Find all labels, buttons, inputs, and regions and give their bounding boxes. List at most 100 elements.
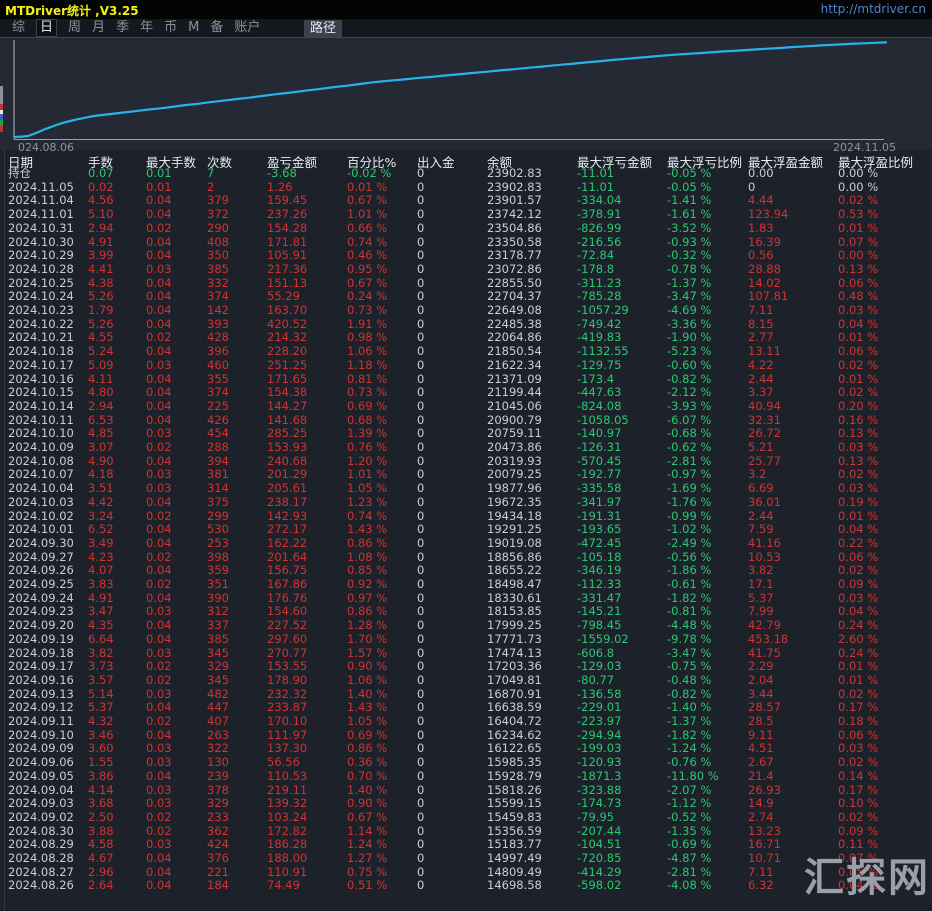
table-row[interactable]: 2024.10.02 3.24 0.02 299 142.93 0.74 % 0 19434.… <box>0 509 932 524</box>
path-button[interactable]: 路径 <box>304 20 343 37</box>
table-row[interactable]: 2024.10.15 4.80 0.04 374 154.38 0.73 % 0 21199.… <box>0 385 932 400</box>
cell-最大手数: 0.03 <box>146 686 172 701</box>
table-row[interactable]: 2024.09.30 3.49 0.04 253 162.22 0.86 % 0 19019.… <box>0 536 932 551</box>
cell-最大浮亏比例: -0.82 % <box>667 371 712 386</box>
table-row[interactable]: 2024.10.24 5.26 0.04 374 55.29 0.24 % 0 22704.3… <box>0 290 932 304</box>
table-row[interactable]: 2024.10.31 2.94 0.02 290 154.28 0.66 % 0 23504.… <box>0 221 932 236</box>
table-row[interactable]: 2024.10.18 5.24 0.04 396 228.20 1.06 % 0 21850.… <box>0 344 932 359</box>
table-row[interactable]: 2024.09.11 4.32 0.02 407 170.10 1.05 % 0 16404.… <box>0 714 932 729</box>
cell-最大浮亏金额: -136.58 <box>577 686 622 701</box>
table-row[interactable]: 2024.10.29 3.99 0.04 350 105.91 0.46 % 0 23178.… <box>0 248 932 263</box>
cell-最大手数: 0.04 <box>146 494 172 509</box>
table-row[interactable]: 2024.09.03 3.68 0.03 329 139.32 0.90 % 0 15599.… <box>0 796 932 811</box>
cell-最大浮亏金额: -606.8 <box>577 645 615 660</box>
menu-item-M[interactable]: M <box>188 20 199 36</box>
table-row[interactable]: 2024.09.19 6.64 0.04 385 297.60 1.70 % 0 17771.… <box>0 631 932 647</box>
cell-盈亏金额: 137.30 <box>267 741 308 756</box>
table-row[interactable]: 2024.08.28 4.67 0.04 376 188.00 1.27 % 0 14997.… <box>0 851 932 866</box>
cell-百分比%: 0.97 % <box>347 590 388 605</box>
cell-日期: 2024.10.25 <box>8 275 74 290</box>
table-row[interactable]: 2024.09.06 1.55 0.03 130 56.56 0.36 % 0 15985.3… <box>0 755 932 770</box>
cell-日期: 2024.09.10 <box>8 727 74 742</box>
cell-手数: 4.58 <box>88 837 114 852</box>
cell-手数: 3.82 <box>88 645 114 660</box>
table-row[interactable]: 2024.08.30 3.88 0.02 362 172.82 1.14 % 0 15356.… <box>0 823 932 839</box>
table-row[interactable]: 2024.10.04 3.51 0.03 314 205.61 1.05 % 0 19877.… <box>0 481 932 496</box>
cell-百分比%: 1.28 % <box>347 618 388 633</box>
table-row[interactable]: 2024.10.21 4.55 0.02 428 214.32 0.98 % 0 22064.… <box>0 331 932 345</box>
table-row[interactable]: 2024.09.12 5.37 0.04 447 233.87 1.43 % 0 16638.… <box>0 701 932 715</box>
table-row[interactable]: 2024.10.10 4.85 0.03 454 285.25 1.39 % 0 20759.… <box>0 427 932 441</box>
cell-日期: 2024.10.07 <box>8 467 74 482</box>
table-row[interactable]: 2024.10.03 4.42 0.04 375 238.17 1.23 % 0 19672.… <box>0 494 932 510</box>
table-row[interactable]: 2024.09.17 3.73 0.02 329 153.55 0.90 % 0 17203.… <box>0 659 932 674</box>
table-row[interactable]: 2024.09.16 3.57 0.02 345 178.90 1.06 % 0 17049.… <box>0 672 932 688</box>
cell-最大浮盈金额: 26.93 <box>748 782 781 797</box>
table-row[interactable]: 2024.09.23 3.47 0.03 312 154.60 0.86 % 0 18153.… <box>0 605 932 619</box>
table-row[interactable]: 2024.10.16 4.11 0.04 355 171.65 0.81 % 0 21371.… <box>0 371 932 387</box>
table-row[interactable]: 2024.09.24 4.91 0.04 390 176.76 0.97 % 0 18330.… <box>0 590 932 606</box>
menu-item-备[interactable]: 备 <box>210 20 223 36</box>
cell-日期: 2024.10.24 <box>8 289 74 304</box>
table-row[interactable]: 2024.09.13 5.14 0.03 482 232.32 1.40 % 0 16870.… <box>0 686 932 702</box>
cell-余额: 21622.34 <box>487 357 542 372</box>
menu-item-季[interactable]: 季 <box>116 20 129 36</box>
table-row[interactable]: 2024.10.30 4.91 0.04 408 171.81 0.74 % 0 23350.… <box>0 235 932 250</box>
cell-最大浮亏比例: -1.35 % <box>667 823 712 838</box>
table-row[interactable]: 2024.09.05 3.86 0.04 239 110.53 0.70 % 0 15928.… <box>0 768 932 784</box>
table-row[interactable]: 2024.10.22 5.26 0.04 393 420.52 1.91 % 0 22485.… <box>0 316 932 332</box>
app-url-link[interactable]: http://mtdriver.cn <box>821 2 926 16</box>
menu-item-综[interactable]: 综 <box>12 20 25 36</box>
table-row[interactable]: 2024.10.07 4.18 0.03 381 201.29 1.01 % 0 20079.… <box>0 468 932 482</box>
table-row[interactable]: 2024.09.10 3.46 0.04 263 111.97 0.69 % 0 16234.… <box>0 727 932 743</box>
table-row[interactable]: 2024.09.04 4.14 0.03 378 219.11 1.40 % 0 15818.… <box>0 782 932 798</box>
table-row[interactable]: 2024.09.26 4.07 0.04 359 156.75 0.85 % 0 18655.… <box>0 564 932 578</box>
table-row[interactable]: 2024.11.04 4.56 0.04 379 159.45 0.67 % 0 23901.… <box>0 194 932 208</box>
table-row[interactable]: 2024.11.05 0.02 0.01 2 1.26 0.01 % 0 23902.83 -1… <box>0 180 932 195</box>
cell-百分比%: 1.18 % <box>347 357 388 372</box>
menu-item-周[interactable]: 周 <box>68 20 81 36</box>
menu-item-币[interactable]: 币 <box>164 20 177 36</box>
cell-最大浮亏金额: -112.33 <box>577 577 622 591</box>
cell-最大浮盈金额: 5.21 <box>748 440 774 454</box>
table-row[interactable]: 2024.10.14 2.94 0.04 225 144.27 0.69 % 0 21045.… <box>0 399 932 414</box>
table-row[interactable]: 2024.08.26 2.64 0.04 184 74.49 0.51 % 0 14698.5… <box>0 879 932 893</box>
table-row[interactable]: 2024.09.25 3.83 0.02 351 167.86 0.92 % 0 18498.… <box>0 577 932 592</box>
cell-最大浮盈比例: 0.17 % <box>838 782 879 797</box>
table-row[interactable]: 2024.09.20 4.35 0.04 337 227.52 1.28 % 0 17999.… <box>0 618 932 633</box>
cell-最大浮亏金额: -129.75 <box>577 357 622 372</box>
menu-item-月[interactable]: 月 <box>92 20 105 36</box>
cell-出入金: 0 <box>417 768 425 783</box>
table-row[interactable]: 2024.10.28 4.41 0.03 385 217.36 0.95 % 0 23072.… <box>0 262 932 277</box>
cell-最大浮盈金额: 42.79 <box>748 618 781 633</box>
table-row[interactable]: 2024.10.08 4.90 0.04 394 240.68 1.20 % 0 20319.… <box>0 454 932 469</box>
cell-百分比%: 1.06 % <box>347 672 388 687</box>
table-row[interactable]: 2024.10.17 5.09 0.03 460 251.25 1.18 % 0 21622.… <box>0 357 932 373</box>
table-row[interactable]: 2024.09.18 3.82 0.03 345 270.77 1.57 % 0 17474.… <box>0 645 932 661</box>
cell-最大浮亏比例: -0.52 % <box>667 809 712 824</box>
table-row[interactable]: 2024.09.27 4.23 0.02 398 201.64 1.08 % 0 18856.… <box>0 550 932 565</box>
table-row[interactable]: 2024.10.09 3.07 0.02 288 153.93 0.76 % 0 20473.… <box>0 440 932 455</box>
table-row[interactable]: 2024.08.27 2.96 0.04 221 110.91 0.75 % 0 14809.… <box>0 864 932 880</box>
table-row[interactable]: 2024.10.25 4.38 0.04 332 151.13 0.67 % 0 22855.… <box>0 275 932 291</box>
table-row[interactable]: 2024.09.02 2.50 0.02 233 103.24 0.67 % 0 15459.… <box>0 809 932 825</box>
cell-最大手数: 0.04 <box>146 864 172 879</box>
menu-item-年[interactable]: 年 <box>140 20 153 36</box>
cell-百分比%: 0.75 % <box>347 864 388 879</box>
table-row-holding[interactable]: 持仓 0.07 0.01 7 -3.68 -0.02 % 0 23902.83 -11.01 -0… <box>0 166 932 181</box>
cell-最大浮亏金额: -80.77 <box>577 672 615 687</box>
cell-最大浮盈比例: 0.04 % <box>838 316 879 331</box>
table-row[interactable]: 2024.11.01 5.10 0.04 372 237.26 1.01 % 0 23742.… <box>0 207 932 222</box>
cell-最大浮盈金额: 2.74 <box>748 809 774 824</box>
cell-次数: 221 <box>207 864 229 879</box>
menu-item-账户[interactable]: 账户 <box>234 20 260 36</box>
table-row[interactable]: 2024.09.09 3.60 0.03 322 137.30 0.86 % 0 16122.… <box>0 742 932 756</box>
table-row[interactable]: 2024.10.11 6.53 0.04 426 141.68 0.68 % 0 20900.… <box>0 413 932 428</box>
table-row[interactable]: 2024.08.29 4.58 0.03 424 186.28 1.24 % 0 15183.… <box>0 838 932 852</box>
menu-item-日[interactable]: 日 <box>36 19 58 37</box>
table-row[interactable]: 2024.10.23 1.79 0.04 142 163.70 0.73 % 0 22649.… <box>0 303 932 318</box>
table-row[interactable]: 2024.10.01 6.52 0.04 530 272.17 1.43 % 0 19291.… <box>0 522 932 537</box>
cell-最大浮盈比例: 0.01 % <box>838 659 879 674</box>
equity-curve-chart: 024.08.06 2024.11.05 <box>0 38 932 154</box>
cell-最大浮亏金额: -1559.02 <box>577 631 629 646</box>
